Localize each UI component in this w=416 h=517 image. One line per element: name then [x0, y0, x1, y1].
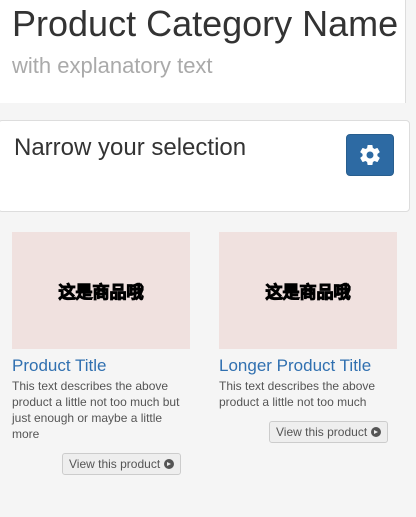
filter-panel: Narrow your selection — [0, 120, 410, 212]
gear-icon — [360, 145, 380, 166]
filter-title: Narrow your selection — [14, 134, 247, 161]
page-header: Product Category Name with explanatory t… — [0, 0, 406, 103]
product-image-caption: 这是商品哦 — [265, 283, 351, 304]
page-subtitle: with explanatory text — [12, 53, 213, 78]
product-title-link[interactable]: Longer Product Title — [219, 356, 397, 375]
page-title: Product Category Name with explanatory t… — [12, 5, 402, 84]
page-title-text: Product Category Name — [12, 3, 399, 44]
product-image[interactable]: 这是商品哦 — [12, 232, 190, 349]
product-title-link[interactable]: Product Title — [12, 356, 190, 375]
view-product-label: View this product — [276, 425, 368, 439]
product-description: This text describes the above product a … — [12, 379, 180, 441]
view-product-button[interactable]: View this product — [269, 421, 389, 443]
view-product-button[interactable]: View this product — [62, 453, 182, 475]
product-description: This text describes the above product a … — [219, 379, 376, 409]
product-card: 这是商品哦 Product Title This text describes … — [12, 232, 190, 442]
product-image-caption: 这是商品哦 — [58, 283, 144, 304]
circle-arrow-right-icon — [371, 427, 382, 437]
view-product-label: View this product — [69, 457, 161, 471]
filter-settings-button[interactable] — [346, 134, 394, 176]
page: Product Category Name with explanatory t… — [0, 0, 416, 517]
product-image[interactable]: 这是商品哦 — [219, 232, 397, 349]
circle-arrow-right-icon — [164, 459, 175, 469]
product-card: 这是商品哦 Longer Product Title This text des… — [219, 232, 397, 410]
